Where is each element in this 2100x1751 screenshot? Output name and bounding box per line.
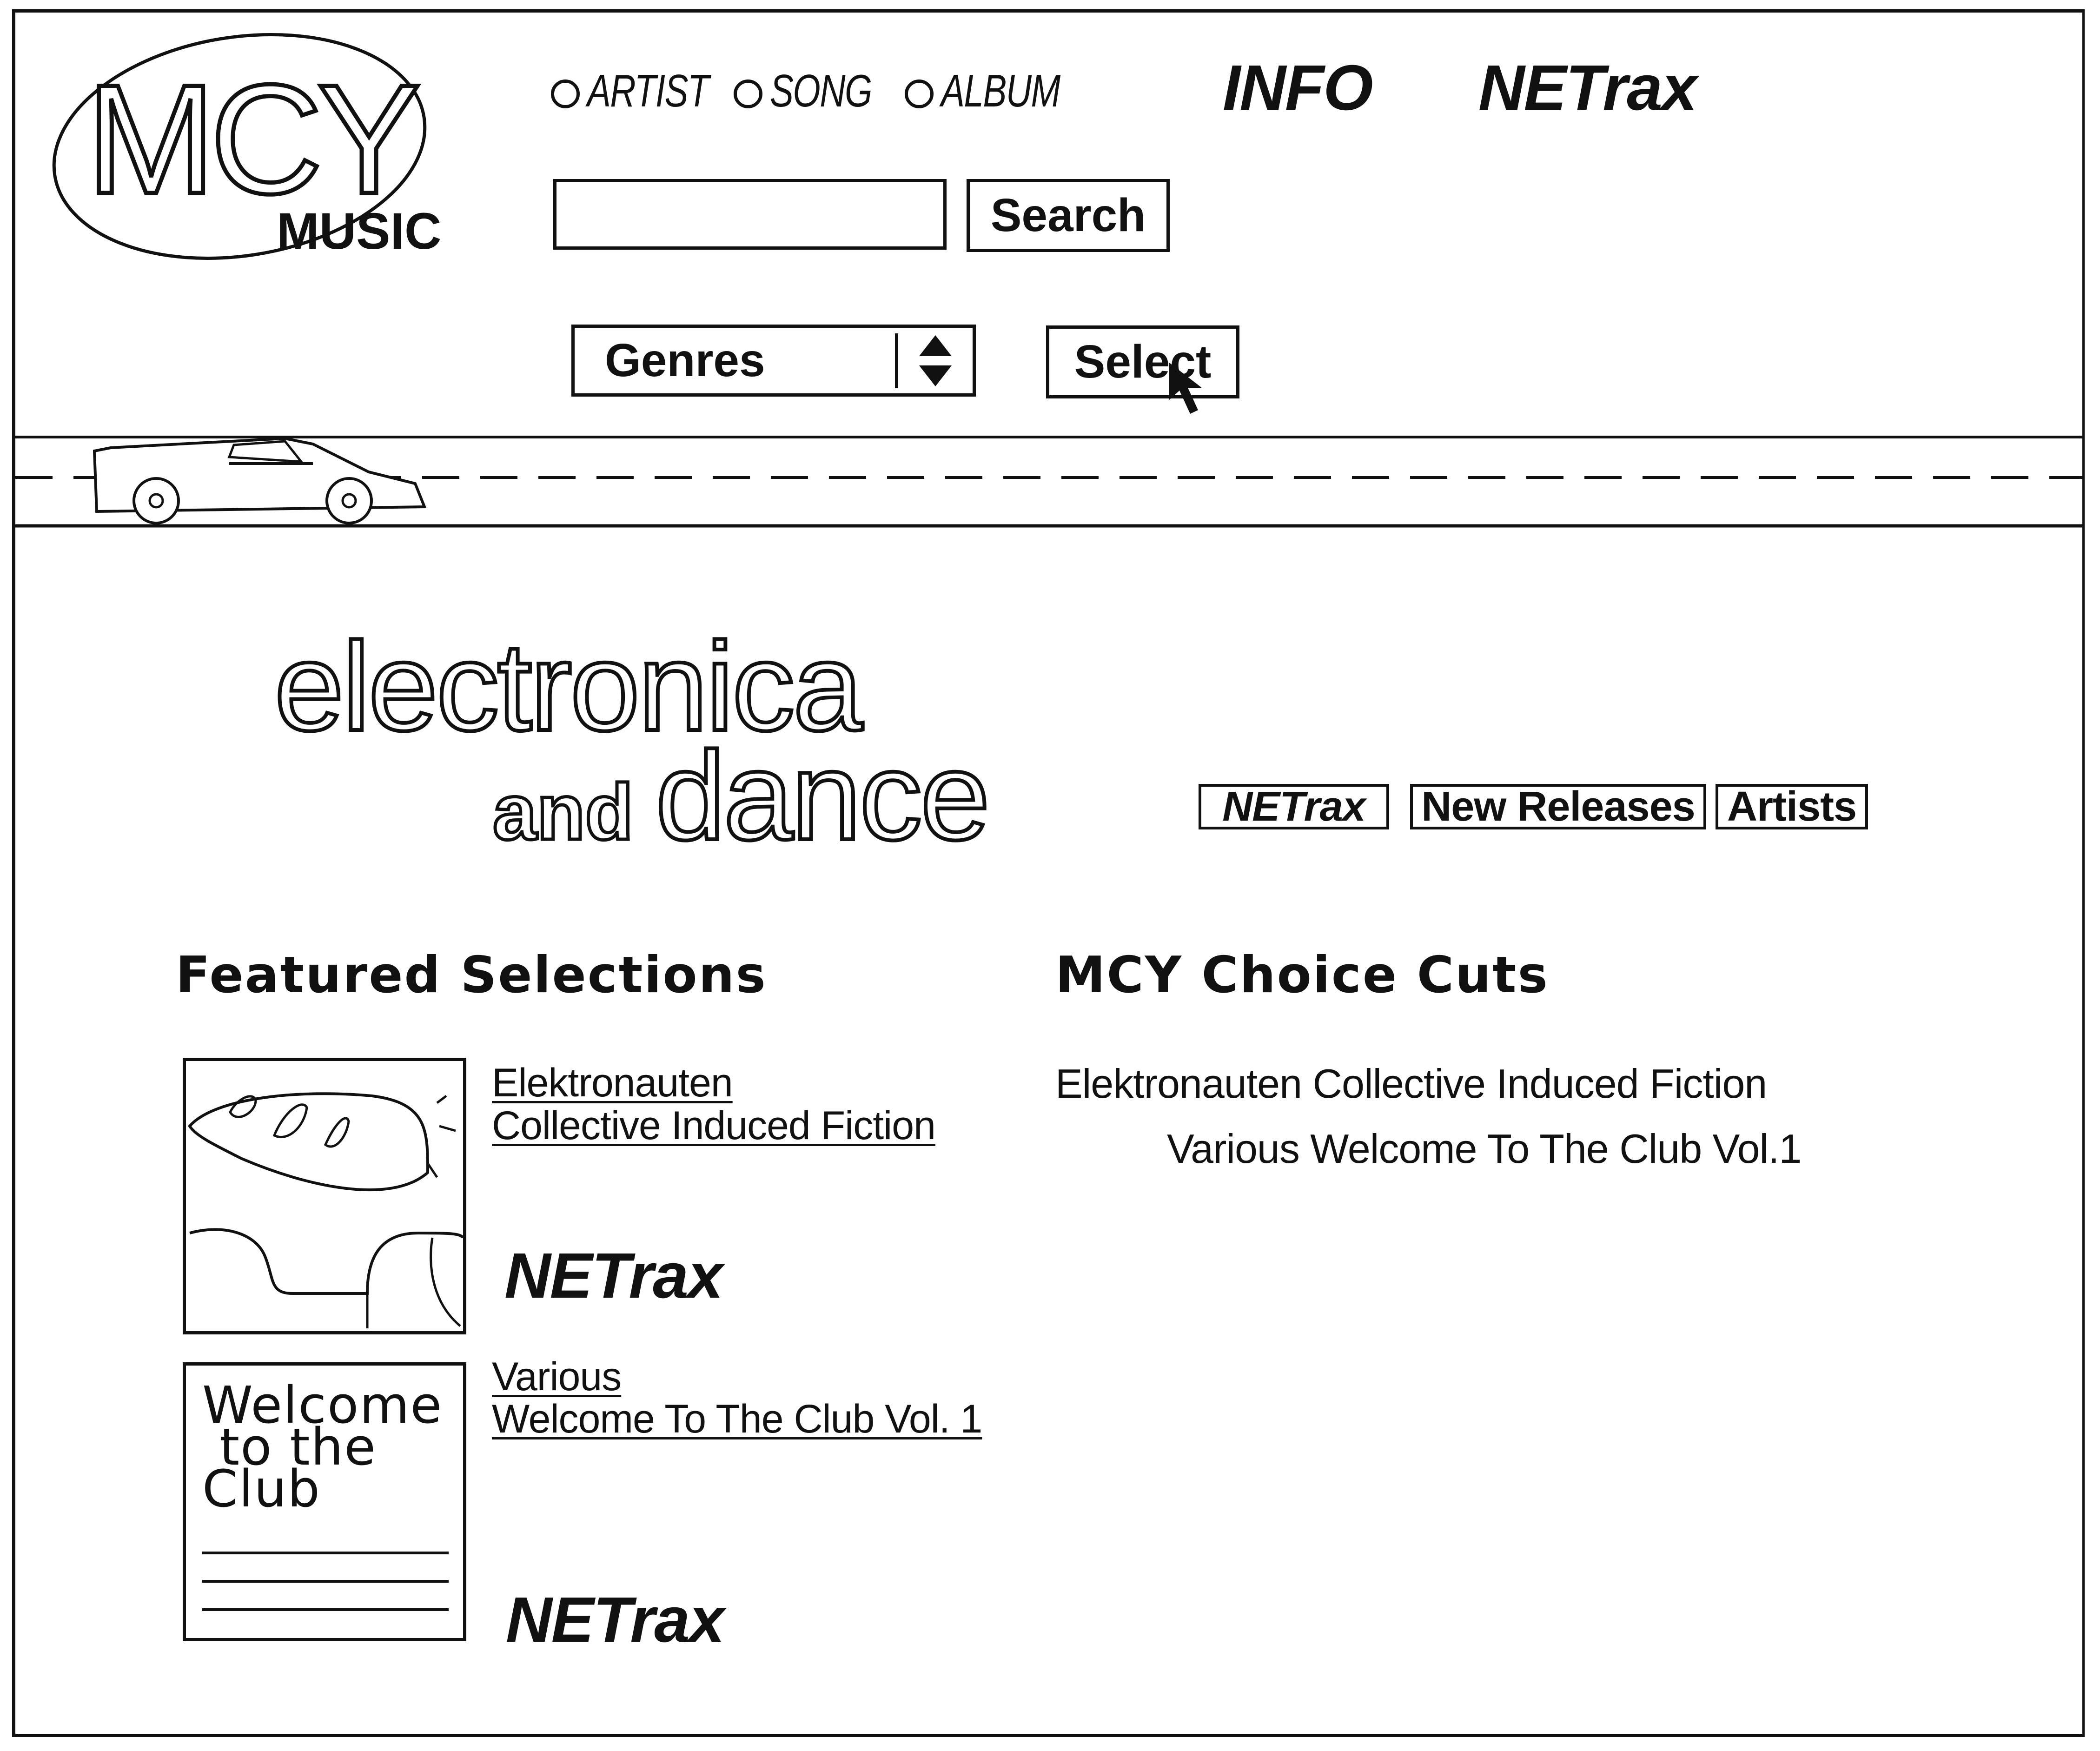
mcy-music-logo[interactable]: MCY MUSIC (49, 33, 441, 265)
featured-selections-heading: Featured Selections (176, 946, 767, 1004)
mouse-pointer-icon (1165, 358, 1218, 418)
netrax-top-link[interactable]: NETrax (1478, 51, 1697, 125)
car-icon (93, 437, 427, 524)
choice-cut-item[interactable]: Elektronauten Collective Induced Fiction (1055, 1060, 1767, 1108)
radio-song-label: SONG (770, 65, 872, 116)
genres-selected-value: Genres (605, 334, 765, 386)
cover-lines (202, 1552, 449, 1637)
featured-netrax-link[interactable]: NETrax (504, 1239, 723, 1313)
featured-artist-link[interactable]: Various (492, 1355, 622, 1398)
cover-text: Welcome to the Club (202, 1375, 443, 1519)
album-cover-image[interactable] (183, 1058, 466, 1334)
logo-graphic: MCY MUSIC (52, 33, 441, 260)
search-type-group: ARTIST SONG ALBUM (551, 60, 1099, 121)
radio-song-circle[interactable] (734, 80, 762, 108)
genre-title-electronica-dance: electronica and dance (272, 615, 1046, 868)
page: MCY MUSIC ARTIST SONG ALBUM INFO NETrax … (0, 0, 2100, 1751)
featured-album-link[interactable]: Welcome To The Club Vol. 1 (492, 1398, 994, 1440)
featured-album-link[interactable]: Collective Induced Fiction (492, 1104, 936, 1147)
up-down-arrows-icon[interactable] (898, 331, 973, 391)
radio-album-label: ALBUM (941, 65, 1060, 116)
choice-cut-item[interactable]: Various Welcome To The Club Vol.1 (1167, 1125, 1802, 1173)
radio-artist-label: ARTIST (587, 65, 709, 116)
radio-album[interactable]: ALBUM (905, 65, 1060, 117)
title-word-and: and (493, 768, 633, 856)
radio-album-circle[interactable] (905, 80, 934, 108)
tab-new-releases[interactable]: New Releases (1410, 783, 1706, 830)
select-divider (895, 333, 898, 388)
genres-select[interactable]: Genres (571, 325, 976, 397)
tab-artists[interactable]: Artists (1716, 783, 1868, 830)
featured-artist-link[interactable]: Elektronauten (492, 1061, 733, 1104)
radio-artist[interactable]: ARTIST (551, 65, 709, 117)
choice-cuts-heading: MCY Choice Cuts (1055, 946, 1549, 1004)
logo-sub-text: MUSIC (277, 203, 441, 260)
radio-song[interactable]: SONG (734, 65, 877, 117)
search-button[interactable]: Search (967, 179, 1170, 252)
title-word-dance: dance (656, 726, 988, 866)
logo-main-text: MCY (86, 52, 419, 226)
album-cover-image[interactable]: Welcome to the Club (183, 1362, 466, 1641)
road-car-banner (15, 430, 2085, 532)
radio-artist-circle[interactable] (551, 80, 580, 108)
tab-netrax[interactable]: NETrax (1199, 783, 1389, 830)
search-input[interactable] (553, 179, 947, 250)
info-link[interactable]: INFO (1223, 51, 1373, 125)
featured-netrax-link[interactable]: NETrax (506, 1583, 725, 1657)
